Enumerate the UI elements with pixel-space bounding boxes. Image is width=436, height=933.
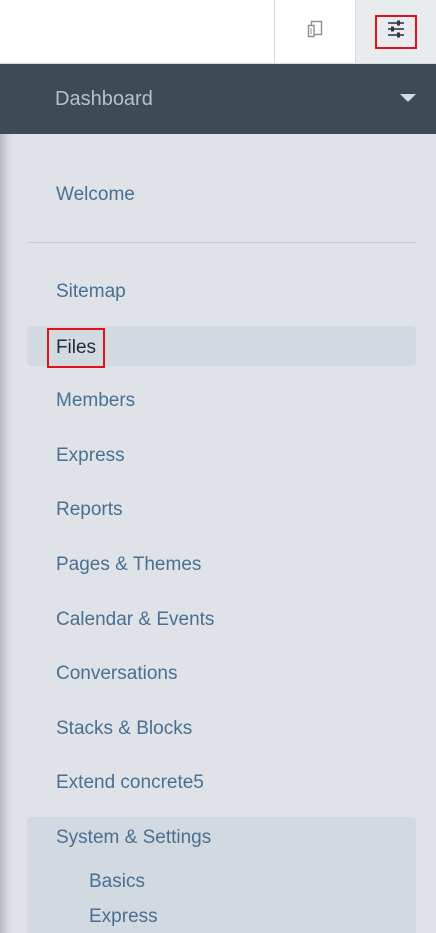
nav-sitemap[interactable]: Sitemap: [56, 281, 126, 303]
panel-edge-shadow: [0, 134, 14, 933]
pages-icon: [305, 19, 325, 44]
nav-conversations[interactable]: Conversations: [56, 663, 177, 685]
caret-down-icon[interactable]: [400, 94, 416, 102]
nav-stacks-blocks[interactable]: Stacks & Blocks: [56, 718, 192, 740]
dashboard-panel: Dashboard Welcome Sitemap Files Members …: [0, 64, 436, 933]
nav-pages-themes[interactable]: Pages & Themes: [56, 554, 201, 576]
subnav-basics[interactable]: Basics: [89, 871, 145, 893]
subnav-express[interactable]: Express: [89, 906, 158, 928]
dashboard-button-highlight: [375, 14, 417, 49]
nav-calendar-events[interactable]: Calendar & Events: [56, 609, 214, 631]
dashboard-toggle-button[interactable]: [355, 0, 436, 63]
sitemap-button[interactable]: [274, 0, 354, 63]
nav-welcome[interactable]: Welcome: [56, 184, 135, 206]
nav-members[interactable]: Members: [56, 390, 135, 412]
sliders-icon: [386, 20, 406, 43]
dashboard-header[interactable]: Dashboard: [0, 64, 436, 134]
nav-files[interactable]: Files: [47, 328, 105, 368]
nav-extend-concrete5[interactable]: Extend concrete5: [56, 772, 204, 794]
top-toolbar: [0, 0, 436, 64]
dashboard-title: Dashboard: [55, 88, 153, 110]
nav-express[interactable]: Express: [56, 445, 125, 467]
divider: [27, 242, 416, 243]
nav-system-settings[interactable]: System & Settings: [56, 827, 211, 849]
nav-reports[interactable]: Reports: [56, 499, 123, 521]
